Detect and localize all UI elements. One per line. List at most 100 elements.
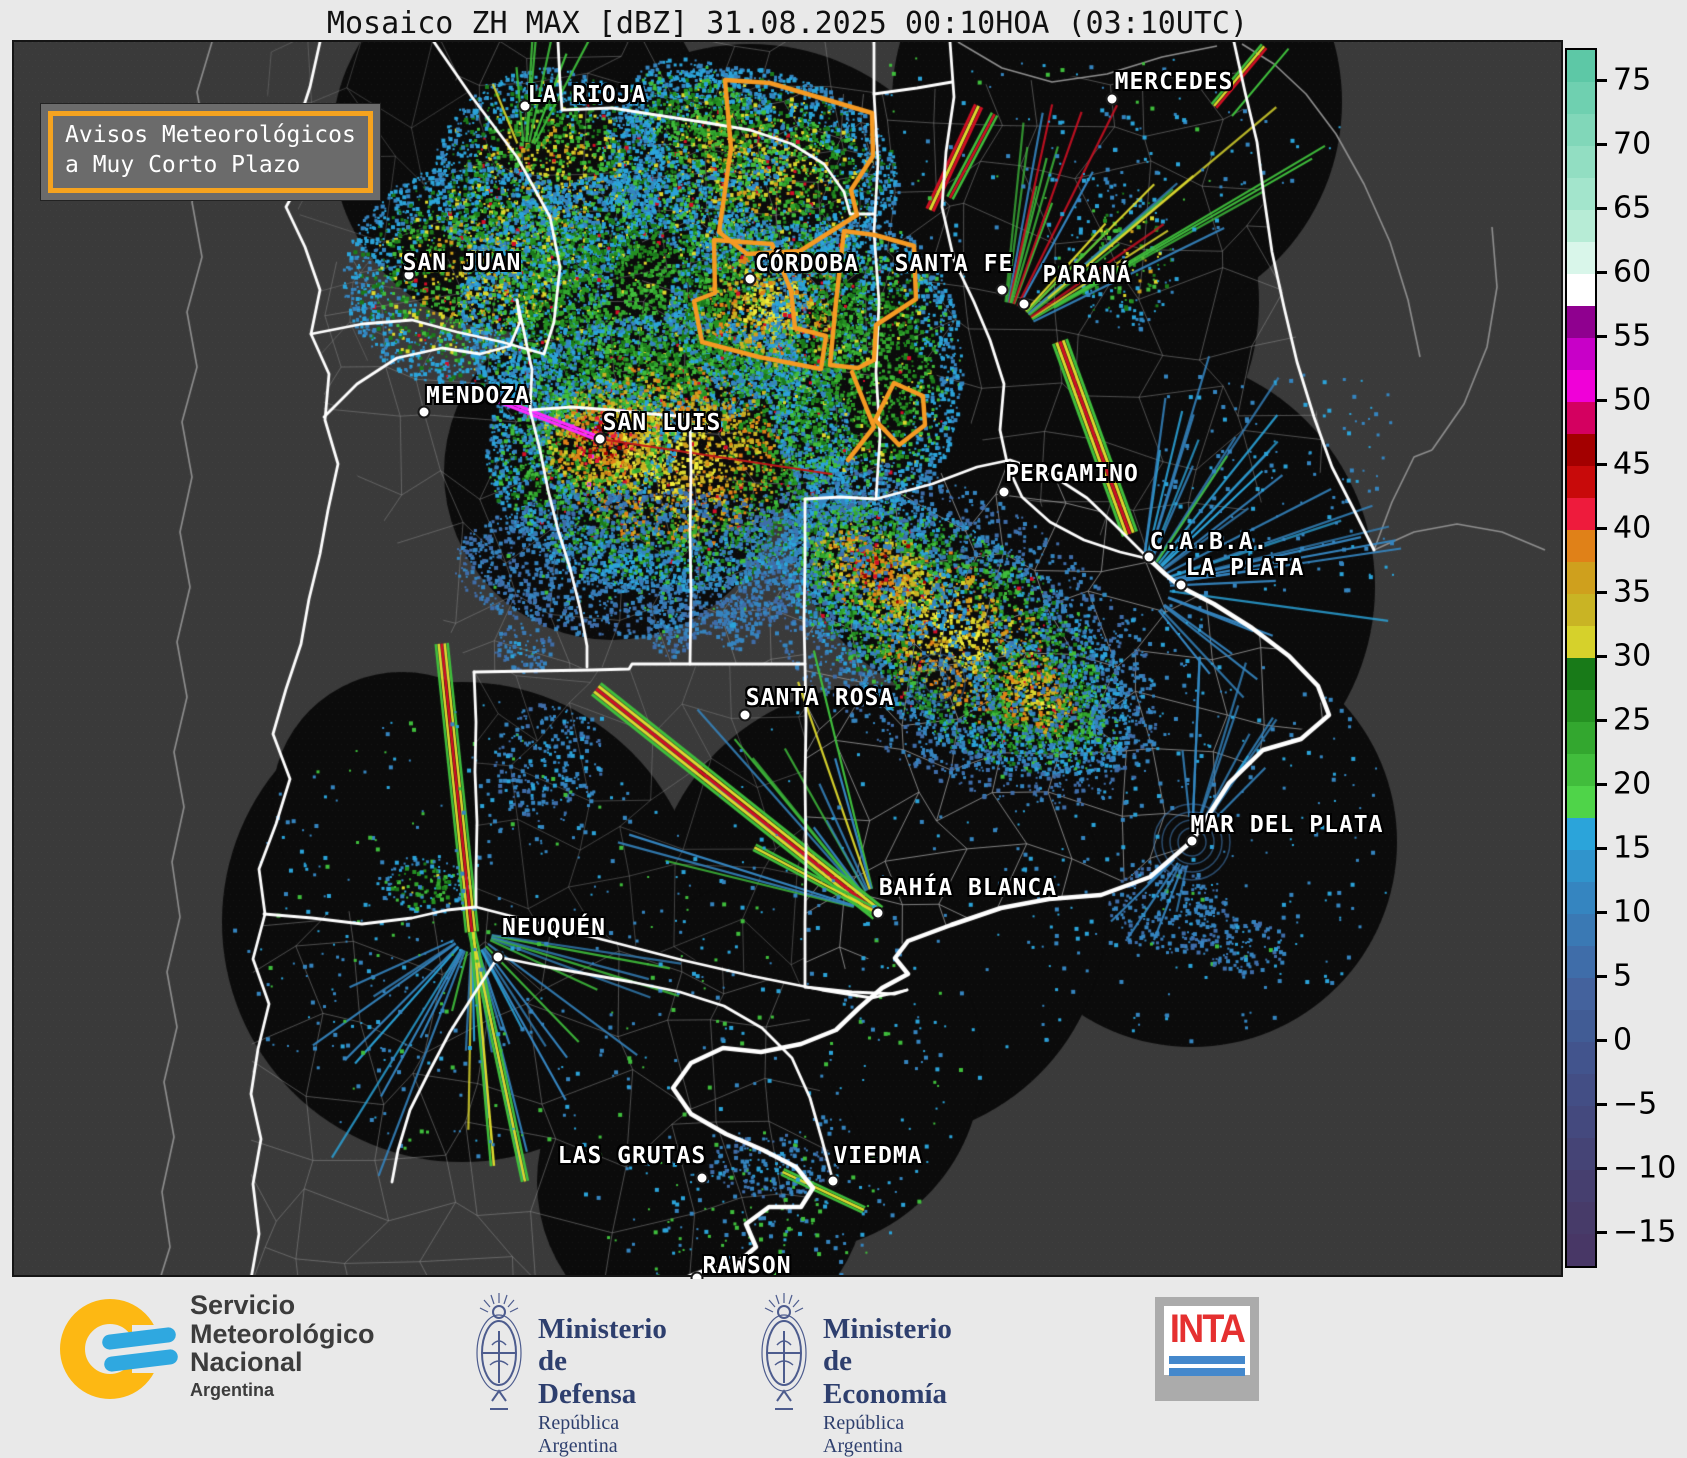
city-label: CÓRDOBA [755, 251, 859, 277]
colorbar-segment [1567, 402, 1595, 434]
colorbar-segment [1567, 562, 1595, 594]
city-dot-bah-a-blanca [871, 906, 885, 920]
colorbar-segment [1567, 82, 1595, 114]
city-label: LA PLATA [1185, 555, 1305, 581]
city-label: MENDOZA [426, 383, 530, 409]
ministry-line1: Ministerio [823, 1313, 952, 1345]
ministry-line3: República Argentina [538, 1412, 620, 1458]
colorbar-segment [1567, 210, 1595, 242]
colorbar-tick-mark [1597, 1231, 1607, 1234]
ministry-economy-text: Ministerio de Economía República Argenti… [823, 1313, 952, 1458]
colorbar-tick-label: 30 [1613, 638, 1652, 674]
colorbar-segment [1567, 146, 1595, 178]
radar-map: LA RIOJA MERCEDES SAN JUAN CÓRDOBA SANTA FE P… [12, 40, 1563, 1285]
smn-line1: Servicio [190, 1290, 296, 1320]
smn-wordmark: Servicio Meteorológico Nacional Argentin… [190, 1291, 375, 1401]
colorbar-tick-label: −5 [1613, 1086, 1658, 1122]
inta-wordmark: INTA [1169, 1307, 1246, 1351]
colorbar-segment [1567, 1202, 1595, 1234]
city-label: PARANÁ [1042, 262, 1132, 288]
radar-product-page: { "title": "Mosaico ZH MAX [dBZ] 31.08.2… [0, 0, 1687, 1457]
ministry-defense-text: Ministerio de Defensa República Argentin… [538, 1313, 667, 1458]
colorbar-segment [1567, 306, 1595, 338]
colorbar-tick-label: 55 [1613, 318, 1652, 354]
colorbar-segment [1567, 1170, 1595, 1202]
colorbar-tick-label: 70 [1613, 126, 1652, 162]
page-title: Mosaico ZH MAX [dBZ] 31.08.2025 00:10HOA… [326, 6, 1249, 41]
colorbar-tick-label: 40 [1613, 510, 1652, 546]
colorbar-tick-mark [1597, 847, 1607, 850]
colorbar-tick-label: 0 [1613, 1022, 1633, 1058]
warning-overlay-box: Avisos Meteorológicos a Muy Corto Plazo [41, 104, 380, 200]
colorbar-tick-label: 20 [1613, 766, 1652, 802]
colorbar-segment [1567, 818, 1595, 850]
footer-logos: Servicio Meteorológico Nacional Argentin… [0, 1279, 1687, 1457]
city-label: MERCEDES [1114, 69, 1234, 95]
colorbar-strip [1565, 48, 1597, 1268]
colorbar-segment [1567, 626, 1595, 658]
inta-bar-icon [1169, 1356, 1245, 1364]
colorbar-segment [1567, 786, 1595, 818]
colorbar-tick-mark [1597, 399, 1607, 402]
city-label: PERGAMINO [1005, 461, 1139, 487]
colorbar-segment [1567, 1074, 1595, 1106]
colorbar-segment [1567, 370, 1595, 402]
city-label: VIEDMA [833, 1143, 923, 1169]
colorbar-tick-mark [1597, 79, 1607, 82]
colorbar-tick-mark [1597, 975, 1607, 978]
colorbar-tick-mark [1597, 1103, 1607, 1106]
colorbar-tick-label: 10 [1613, 894, 1652, 930]
colorbar-tick-label: 45 [1613, 446, 1652, 482]
radar-mosaic-canvas [14, 42, 1561, 1275]
colorbar-segment [1567, 978, 1595, 1010]
ministry-line3: República Argentina [823, 1412, 905, 1458]
colorbar-tick-mark [1597, 335, 1607, 338]
colorbar-segment [1567, 530, 1595, 562]
colorbar-segment [1567, 594, 1595, 626]
colorbar-tick-label: 50 [1613, 382, 1652, 418]
colorbar-tick-mark [1597, 143, 1607, 146]
argentina-coat-of-arms-icon [761, 1293, 807, 1410]
colorbar-segment [1567, 434, 1595, 466]
ministry-line2: de Defensa [538, 1345, 637, 1410]
colorbar-tick-label: 60 [1613, 254, 1652, 290]
colorbar-tick-mark [1597, 1167, 1607, 1170]
warning-text-line1: Avisos Meteorológicos [65, 122, 356, 148]
city-label: SAN LUIS [602, 410, 722, 436]
colorbar-tick-label: 35 [1613, 574, 1652, 610]
colorbar-tick-mark [1597, 655, 1607, 658]
city-label: BAHÍA BLANCA [878, 875, 1058, 901]
colorbar-tick-label: 15 [1613, 830, 1652, 866]
colorbar-segment [1567, 1138, 1595, 1170]
colorbar-tick-mark [1597, 527, 1607, 530]
smn-line4: Argentina [190, 1379, 275, 1400]
colorbar-segment [1567, 498, 1595, 530]
colorbar-tick-mark [1597, 1039, 1607, 1042]
city-label: SAN JUAN [402, 250, 522, 276]
colorbar-segment [1567, 882, 1595, 914]
colorbar-tick-mark [1597, 207, 1607, 210]
warning-text-line2: a Muy Corto Plazo [65, 151, 301, 178]
city-label: LA RIOJA [527, 82, 647, 108]
inta-bar-icon [1169, 1368, 1245, 1376]
colorbar-segment [1567, 1010, 1595, 1042]
colorbar-tick-mark [1597, 591, 1607, 594]
colorbar-segment [1567, 754, 1595, 786]
city-dot-viedma [826, 1174, 840, 1188]
city-dot-paran- [1017, 297, 1031, 311]
smn-line3: Nacional [190, 1347, 303, 1378]
city-dot-pergamino [997, 485, 1011, 499]
colorbar-tick-mark [1597, 463, 1607, 466]
colorbar-tick-label: 5 [1613, 958, 1633, 994]
colorbar-segment [1567, 722, 1595, 754]
argentina-coat-of-arms-icon [476, 1293, 522, 1410]
colorbar-segment [1567, 242, 1595, 274]
colorbar-tick-mark [1597, 783, 1607, 786]
colorbar-tick-label: −15 [1613, 1214, 1677, 1250]
smn-line2: Meteorológico [190, 1318, 375, 1349]
colorbar-segment [1567, 690, 1595, 722]
city-label: LAS GRUTAS [557, 1143, 707, 1169]
colorbar-segment [1567, 50, 1595, 82]
city-label: RAWSON [702, 1253, 792, 1279]
city-label: MAR DEL PLATA [1190, 812, 1384, 838]
